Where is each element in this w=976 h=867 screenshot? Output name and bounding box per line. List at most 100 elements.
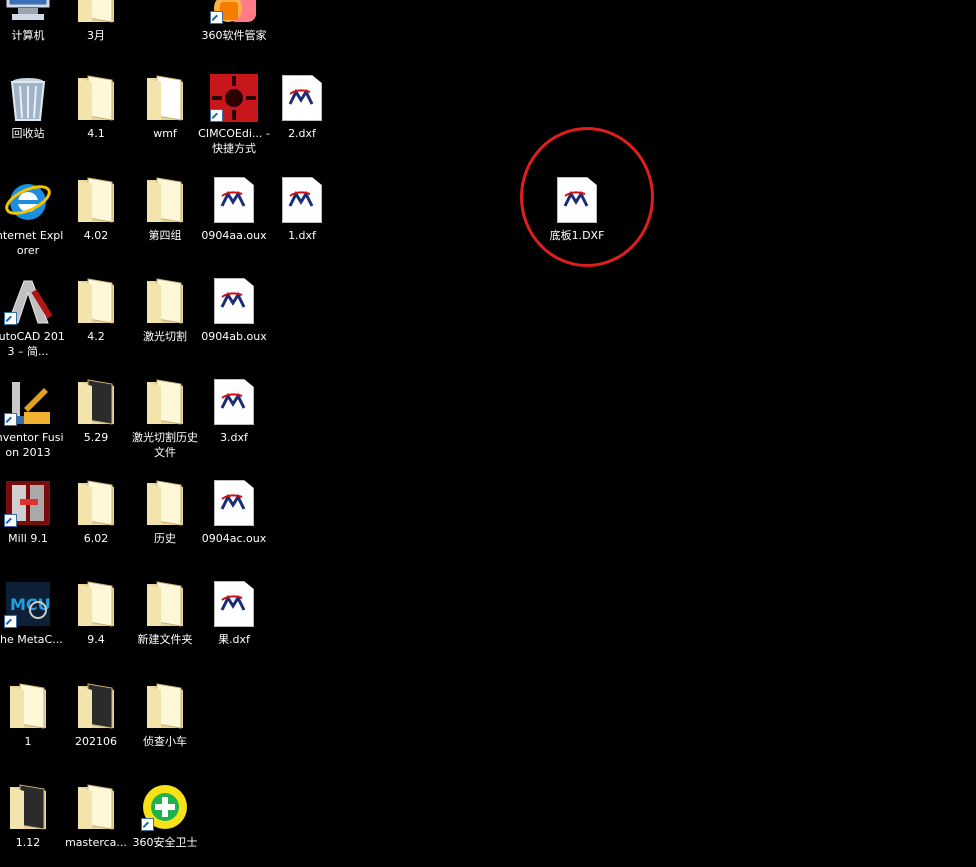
oux-file-item[interactable]: 0904aa.oux	[197, 176, 271, 243]
icon-label: 果.dxf	[218, 633, 250, 646]
highlight-circle	[520, 127, 654, 267]
folder-item[interactable]: 4.1	[59, 74, 133, 141]
icon-label: 1	[24, 735, 32, 748]
internet-explorer-item[interactable]: Internet Explorer	[0, 176, 65, 258]
icon-label: 2.dxf	[288, 127, 316, 140]
icon-label: 0904ac.oux	[201, 532, 267, 545]
dxf-file-icon	[210, 378, 258, 426]
shortcut-arrow-icon	[210, 109, 223, 122]
mill-shortcut-item[interactable]: Mill 9.1	[0, 479, 65, 546]
folder-item[interactable]: 历史	[128, 479, 202, 546]
folder-item[interactable]: 4.02	[59, 176, 133, 243]
icon-label: 202106	[75, 735, 117, 748]
icon-label: 4.02	[83, 229, 109, 242]
folder-item[interactable]: 202106	[59, 682, 133, 749]
shortcut-arrow-icon	[4, 413, 17, 426]
icon-label: CIMCOEdi... - 快捷方式	[198, 127, 270, 155]
mill-icon	[4, 479, 52, 527]
computer-icon	[4, 0, 52, 24]
folder-item[interactable]: 5.29	[59, 378, 133, 445]
inventor-shortcut-item[interactable]: Inventor Fusion 2013	[0, 378, 65, 460]
dxf-file-item[interactable]: 果.dxf	[197, 580, 271, 647]
oux-file-icon	[210, 176, 258, 224]
icon-label: 计算机	[11, 29, 45, 42]
icon-label: masterca...	[65, 836, 127, 849]
dxf-file-icon	[210, 580, 258, 628]
folder-item[interactable]: 激光切割	[128, 277, 202, 344]
icon-label: 4.2	[87, 330, 105, 343]
dxf-file-icon	[278, 176, 326, 224]
dxf-file-item[interactable]: 3.dxf	[197, 378, 271, 445]
icon-label: AutoCAD 2013 – 简...	[0, 330, 65, 358]
oux-file-icon	[210, 277, 258, 325]
folder-item[interactable]: 3月	[59, 0, 133, 43]
metacut-icon: MCU	[4, 580, 52, 628]
folder-icon	[72, 479, 120, 527]
folder-icon	[141, 682, 189, 730]
folder-item[interactable]: 4.2	[59, 277, 133, 344]
folder-icon	[72, 176, 120, 224]
folder-icon	[72, 682, 120, 730]
icon-label: Mill 9.1	[8, 532, 48, 545]
icon-label: Internet Explorer	[0, 229, 64, 257]
icon-label: The MetaC...	[0, 633, 63, 646]
folder-icon	[72, 277, 120, 325]
icon-label: 4.1	[87, 127, 105, 140]
computer-icon-item[interactable]: 计算机	[0, 0, 65, 43]
icon-label: 3月	[87, 29, 105, 42]
icon-label: 激光切割	[143, 330, 187, 343]
shortcut-arrow-icon	[141, 818, 154, 831]
folder-icon	[72, 0, 120, 24]
icon-label: 5.29	[83, 431, 109, 444]
folder-item[interactable]: wmf	[128, 74, 202, 141]
folder-icon	[72, 783, 120, 831]
folder-icon	[141, 176, 189, 224]
icon-label: 侦查小车	[143, 735, 187, 748]
folder-item[interactable]: 第四组	[128, 176, 202, 243]
icon-label: 1.dxf	[288, 229, 316, 242]
shortcut-arrow-icon	[4, 312, 17, 325]
folder-icon	[141, 74, 189, 122]
icon-label: 3.dxf	[220, 431, 248, 444]
icon-label: 激光切割历史文件	[132, 431, 198, 459]
icon-label: 6.02	[83, 532, 109, 545]
folder-item[interactable]: 1	[0, 682, 65, 749]
folder-icon	[141, 479, 189, 527]
folder-item[interactable]: 6.02	[59, 479, 133, 546]
icon-label: 第四组	[148, 229, 182, 242]
folder-item[interactable]: 新建文件夹	[128, 580, 202, 647]
cimco-shortcut-item[interactable]: CIMCOEdi... - 快捷方式	[197, 74, 271, 156]
autocad-icon	[4, 277, 53, 325]
dxf-file-item[interactable]: 1.dxf	[265, 176, 339, 243]
oux-file-icon	[210, 479, 258, 527]
360-safe-shortcut-item[interactable]: 360安全卫士	[128, 783, 202, 850]
inventor-icon	[4, 378, 52, 426]
dxf-file-item[interactable]: 2.dxf	[265, 74, 339, 141]
internet-explorer-icon	[4, 176, 52, 224]
icon-label: 回收站	[11, 127, 45, 140]
folder-icon	[72, 378, 120, 426]
shortcut-arrow-icon	[4, 615, 17, 628]
icon-label: 0904aa.oux	[201, 229, 267, 242]
folder-icon	[141, 580, 189, 628]
oux-file-item[interactable]: 0904ab.oux	[197, 277, 271, 344]
folder-item[interactable]: 激光切割历史文件	[128, 378, 202, 460]
oux-file-item[interactable]: 0904ac.oux	[197, 479, 271, 546]
360-manager-item[interactable]: 360软件管家	[197, 0, 271, 43]
folder-icon	[141, 277, 189, 325]
shortcut-arrow-icon	[210, 11, 223, 24]
folder-icon	[4, 682, 52, 730]
metacut-shortcut-item[interactable]: MCU The MetaC...	[0, 580, 65, 647]
folder-item[interactable]: masterca...	[59, 783, 133, 850]
dxf-file-icon	[278, 74, 326, 122]
folder-item[interactable]: 1.12	[0, 783, 65, 850]
folder-icon	[141, 378, 189, 426]
recycle-bin-item[interactable]: 回收站	[0, 74, 65, 141]
folder-item[interactable]: 9.4	[59, 580, 133, 647]
folder-item[interactable]: 侦查小车	[128, 682, 202, 749]
icon-label: 新建文件夹	[137, 633, 193, 646]
icon-label: Inventor Fusion 2013	[0, 431, 64, 459]
folder-icon	[4, 783, 52, 831]
autocad-shortcut-item[interactable]: AutoCAD 2013 – 简...	[0, 277, 65, 359]
icon-label: 360软件管家	[201, 29, 267, 42]
